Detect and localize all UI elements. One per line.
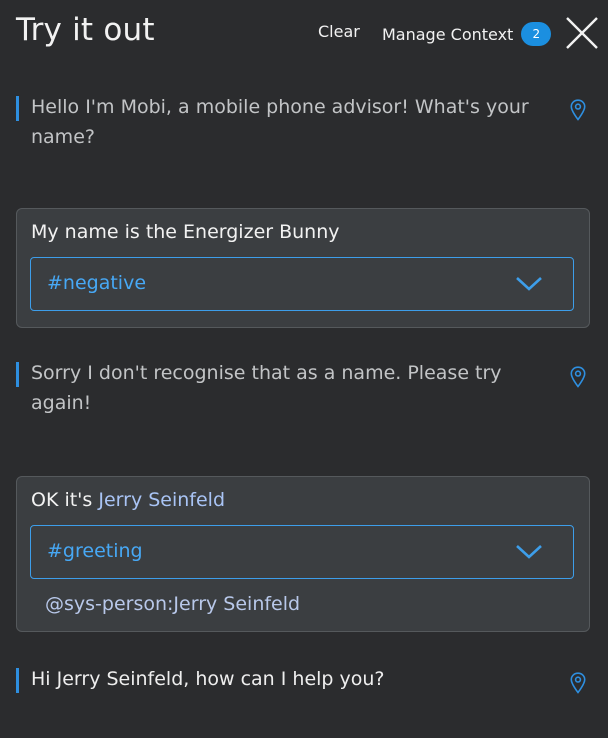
location-pin-button[interactable] <box>570 366 586 388</box>
page-title: Try it out <box>16 12 155 48</box>
location-pin-icon <box>570 366 586 388</box>
bot-message-bar <box>16 96 19 121</box>
intent-dropdown[interactable]: #greeting <box>30 525 574 579</box>
close-icon <box>566 17 598 49</box>
header: Try it out Clear Manage Context 2 <box>0 0 608 64</box>
intent-value: #greeting <box>47 540 143 562</box>
user-message-text: OK it's Jerry Seinfeld <box>31 489 225 511</box>
intent-value: #negative <box>47 272 147 294</box>
user-message-card: OK it's Jerry Seinfeld #greeting @sys-pe… <box>16 476 590 632</box>
bot-message-text: Hi Jerry Seinfeld, how can I help you? <box>31 668 385 690</box>
close-button[interactable] <box>564 15 600 51</box>
chevron-down-icon <box>516 277 542 291</box>
bot-message-bar <box>16 362 19 387</box>
context-count-badge: 2 <box>521 22 552 46</box>
bot-message-bar <box>16 668 19 693</box>
location-pin-icon <box>570 672 586 694</box>
bot-message-text: Hello I'm Mobi, a mobile phone advisor! … <box>31 96 529 148</box>
entity-highlight[interactable]: Jerry Seinfeld <box>98 489 225 511</box>
manage-context-button[interactable]: Manage Context 2 <box>382 22 552 46</box>
location-pin-button[interactable] <box>570 672 586 694</box>
user-message-text: My name is the Energizer Bunny <box>31 221 340 243</box>
manage-context-label: Manage Context <box>382 24 514 44</box>
location-pin-icon <box>570 99 586 121</box>
intent-dropdown[interactable]: #negative <box>30 257 574 311</box>
detected-entity[interactable]: @sys-person:Jerry Seinfeld <box>45 593 300 615</box>
location-pin-button[interactable] <box>570 99 586 121</box>
clear-button[interactable]: Clear <box>318 22 360 41</box>
user-message-prefix: OK it's <box>31 489 99 511</box>
chevron-down-icon <box>516 545 542 559</box>
bot-message-text: Sorry I don't recognise that as a name. … <box>31 362 502 414</box>
user-message-card: My name is the Energizer Bunny #negative <box>16 208 590 328</box>
